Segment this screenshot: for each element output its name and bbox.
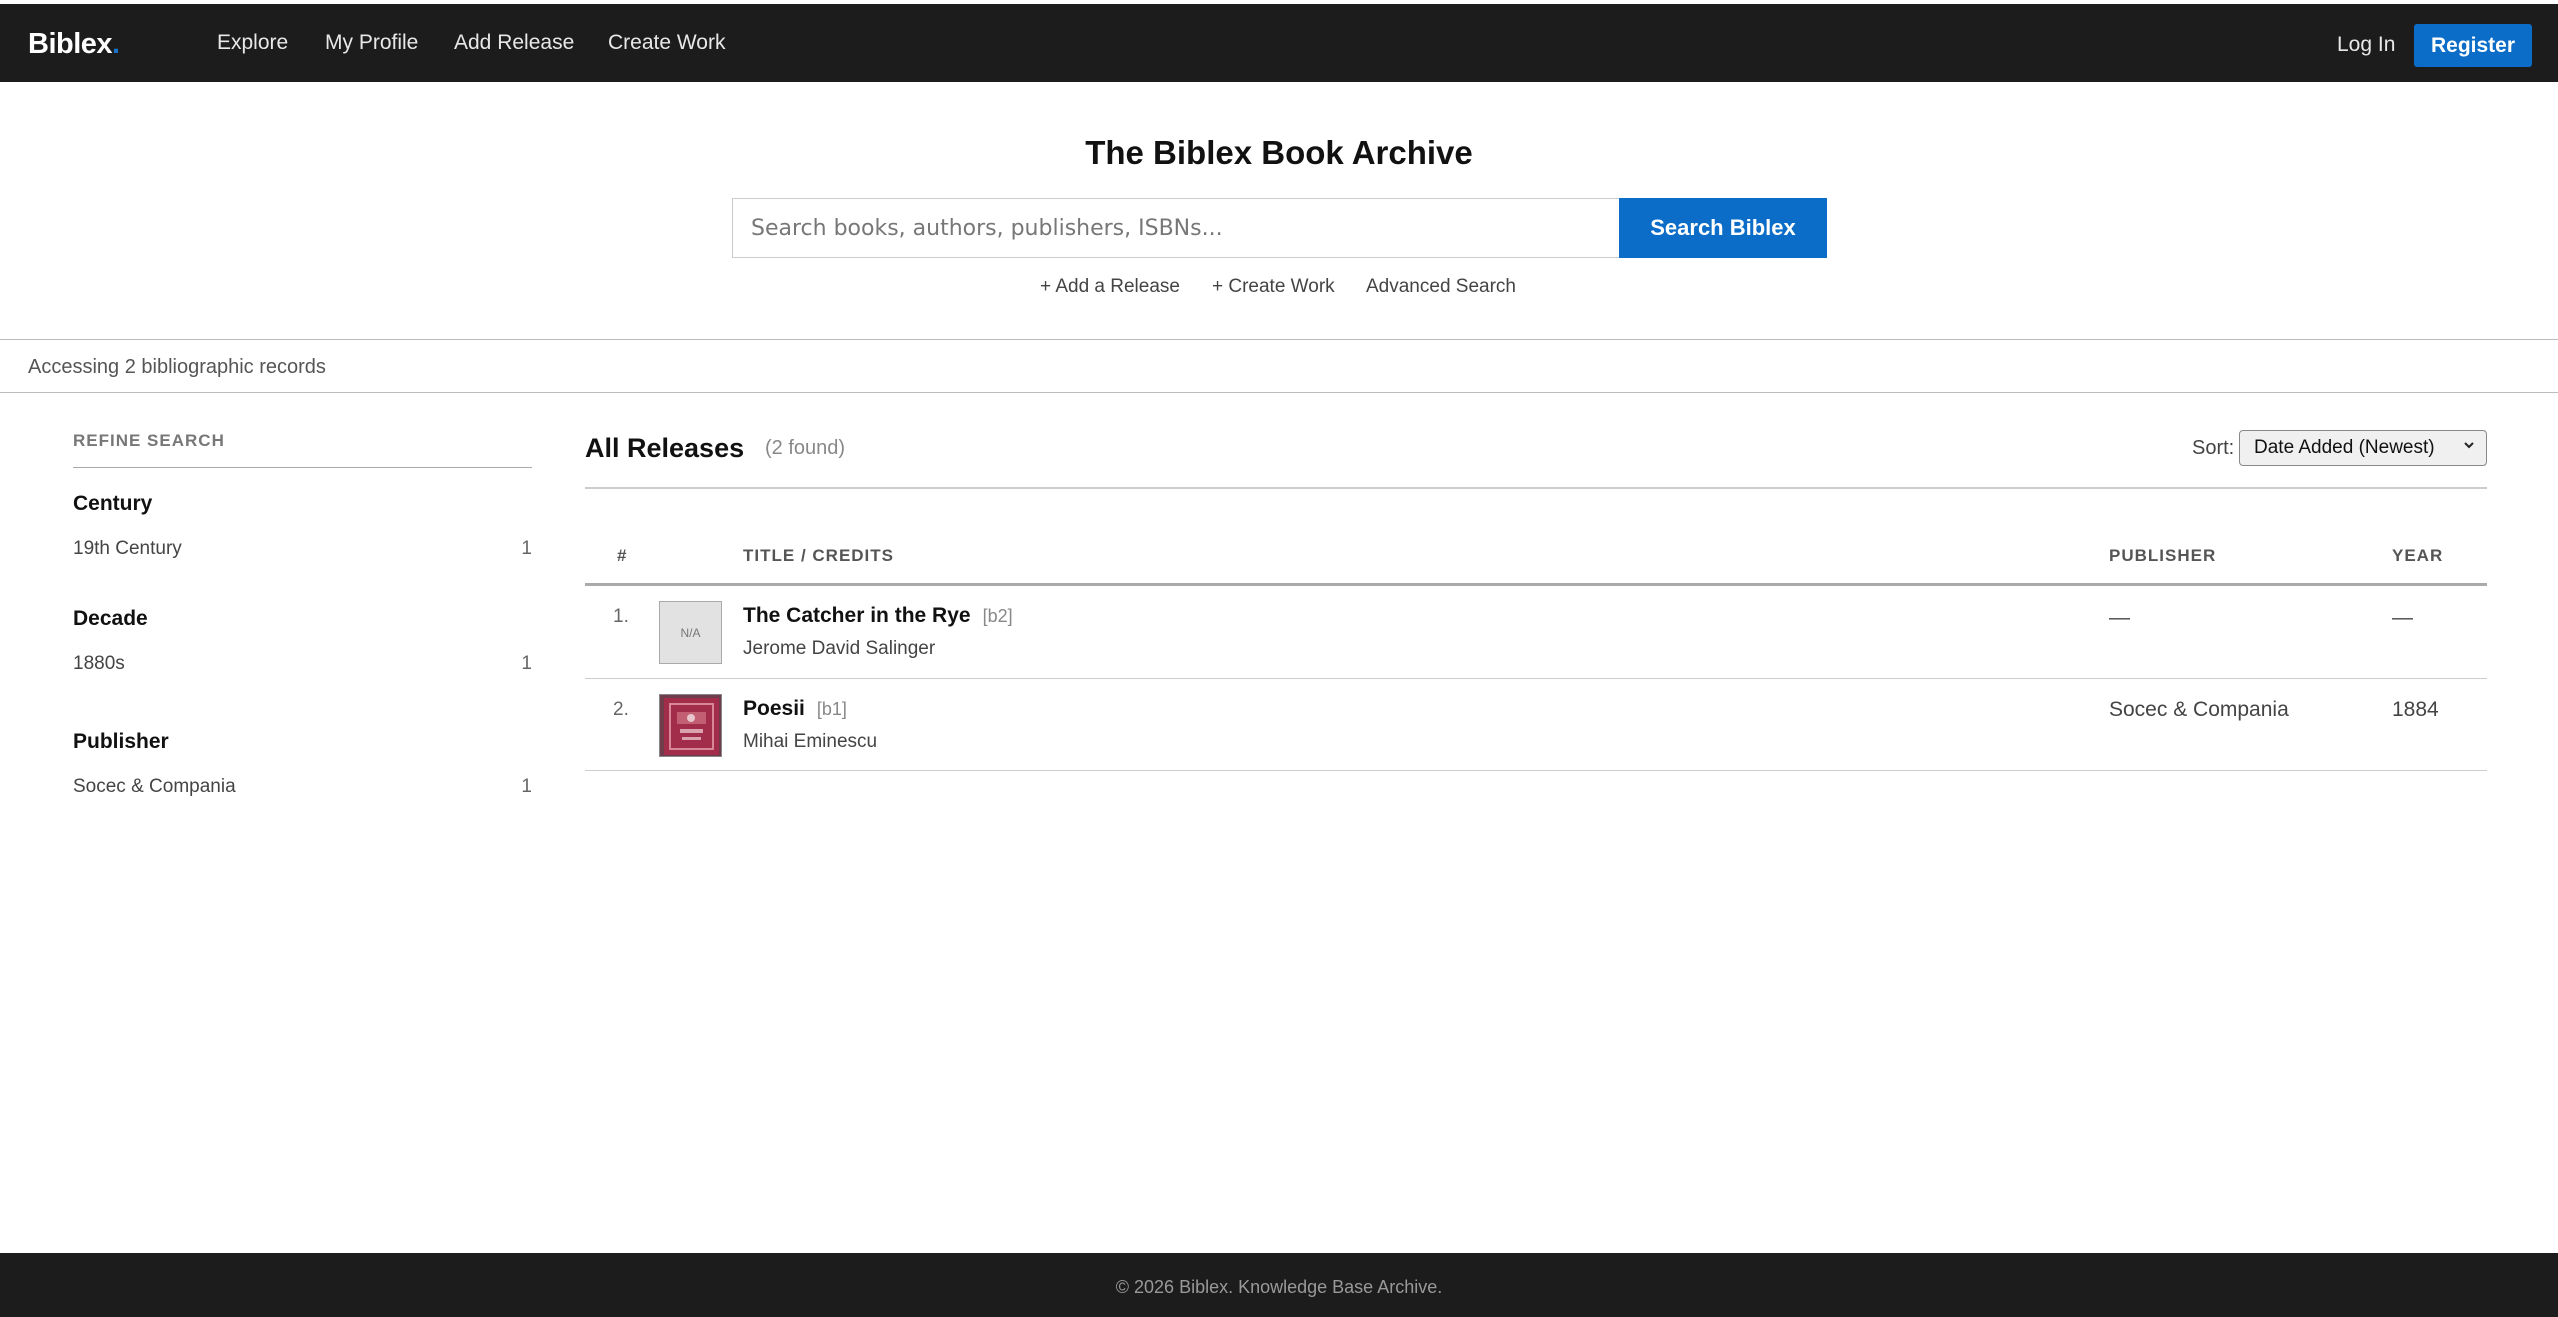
facet-item-count: 1 — [521, 653, 532, 674]
add-release-link[interactable]: + Add a Release — [1040, 276, 1180, 298]
refine-divider — [73, 467, 532, 468]
column-header-title: TITLE / CREDITS — [743, 546, 894, 565]
row-divider — [585, 770, 2487, 771]
release-title: Poesii — [743, 697, 805, 720]
status-bar: Accessing 2 bibliographic records — [0, 339, 2558, 393]
facet-item-count: 1 — [521, 538, 532, 559]
facet-heading-decade: Decade — [73, 607, 148, 630]
footer-text: © 2026 Biblex. Knowledge Base Archive. — [1115, 1277, 1443, 1297]
brand-name: Biblex — [28, 28, 113, 60]
row-number: 1. — [613, 606, 629, 627]
facet-item-label: 19th Century — [73, 538, 182, 559]
create-work-link[interactable]: + Create Work — [1212, 276, 1335, 298]
footer: © 2026 Biblex. Knowledge Base Archive. — [0, 1253, 2558, 1317]
facet-item-1880s[interactable]: 1880s 1 — [73, 653, 532, 675]
release-year: — — [2392, 606, 2413, 629]
book-cover-image[interactable] — [659, 694, 722, 757]
results-title: All Releases — [585, 433, 745, 463]
release-author[interactable]: Jerome David Salinger — [743, 638, 935, 660]
facet-item-label: 1880s — [73, 653, 125, 674]
facet-item-socec-compania[interactable]: Socec & Compania 1 — [73, 776, 532, 798]
page-title: The Biblex Book Archive — [1085, 134, 1473, 171]
facet-item-19th-century[interactable]: 19th Century 1 — [73, 538, 532, 560]
results-count: (2 found) — [765, 437, 846, 459]
results-divider — [585, 487, 2487, 489]
column-header-number: # — [617, 546, 628, 565]
status-text: Accessing 2 bibliographic records — [28, 356, 326, 378]
brand-dot: . — [112, 28, 120, 60]
release-title: The Catcher in the Rye — [743, 604, 971, 627]
facet-item-label: Socec & Compania — [73, 776, 236, 797]
table-header-divider — [585, 583, 2487, 586]
release-title-link[interactable]: Poesii [b1] — [743, 697, 847, 721]
nav-create-work[interactable]: Create Work — [608, 31, 725, 55]
advanced-search-link[interactable]: Advanced Search — [1366, 276, 1516, 298]
release-author[interactable]: Mihai Eminescu — [743, 731, 877, 753]
top-navbar: Biblex. Explore My Profile Add Release C… — [0, 4, 2558, 82]
login-link[interactable]: Log In — [2337, 33, 2395, 57]
facet-heading-publisher: Publisher — [73, 730, 169, 753]
release-code: [b2] — [982, 606, 1013, 626]
facet-item-count: 1 — [521, 776, 532, 797]
register-button[interactable]: Register — [2414, 24, 2532, 67]
row-number: 2. — [613, 699, 629, 720]
sort-select[interactable]: Date Added (Newest) — [2239, 430, 2487, 466]
search-input[interactable] — [733, 199, 1620, 257]
release-year: 1884 — [2392, 698, 2439, 721]
search-button[interactable]: Search Biblex — [1619, 198, 1827, 258]
release-title-link[interactable]: The Catcher in the Rye [b2] — [743, 604, 1013, 628]
chevron-down-icon — [2462, 438, 2476, 456]
search-box — [732, 198, 1620, 258]
cover-placeholder[interactable]: N/A — [659, 601, 722, 664]
column-header-publisher: PUBLISHER — [2109, 546, 2217, 565]
nav-explore[interactable]: Explore — [217, 31, 288, 55]
column-header-year: YEAR — [2392, 546, 2444, 565]
release-publisher: — — [2109, 606, 2130, 629]
refine-search-title: REFINE SEARCH — [73, 431, 225, 450]
facet-heading-century: Century — [73, 492, 153, 515]
nav-my-profile[interactable]: My Profile — [325, 31, 418, 55]
brand-logo[interactable]: Biblex. — [28, 28, 120, 61]
row-divider — [585, 678, 2487, 679]
sort-select-value: Date Added (Newest) — [2254, 437, 2435, 458]
sort-label: Sort: — [2192, 437, 2235, 459]
release-code: [b1] — [816, 699, 847, 719]
nav-add-release[interactable]: Add Release — [454, 31, 574, 55]
release-publisher[interactable]: Socec & Compania — [2109, 698, 2289, 722]
